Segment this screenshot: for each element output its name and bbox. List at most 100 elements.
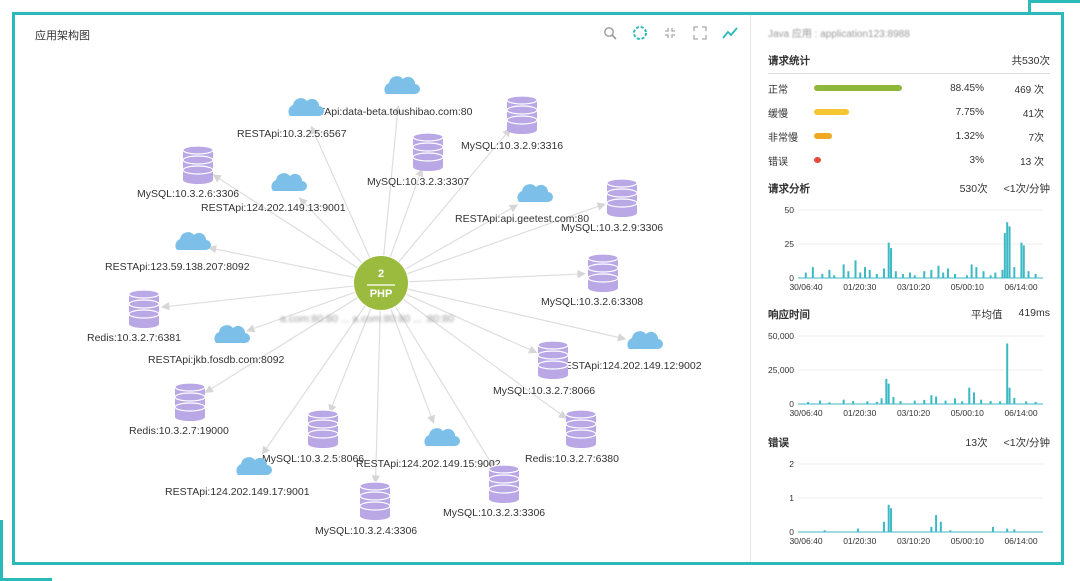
chart-value: 419ms [1018, 307, 1050, 319]
database-node[interactable]: MySQL:10.3.2.4:3306 [315, 481, 417, 537]
request-stats-title: 请求统计 [768, 55, 810, 67]
database-node[interactable]: MySQL:10.3.2.5:8066 [262, 409, 364, 465]
cloud-icon [627, 331, 663, 349]
stat-bar-track [814, 85, 914, 91]
database-icon [587, 253, 619, 292]
series-bar [882, 268, 885, 278]
series-bar [890, 508, 893, 532]
stat-count: 13 次 [1020, 156, 1044, 168]
series-bar [954, 398, 957, 404]
database-icon [359, 481, 391, 520]
database-node[interactable]: MySQL:10.3.2.6:3308 [541, 253, 643, 308]
series-bar [935, 396, 938, 404]
stat-percent: 88.45% [950, 82, 984, 94]
rest-api-node[interactable]: RESTApi:124.202.149.12:9002 [557, 331, 702, 372]
series-bar [1006, 343, 1009, 404]
database-icon [412, 132, 444, 171]
series-bar [811, 267, 814, 278]
cloud-icon [175, 232, 211, 250]
series-bar [1013, 397, 1016, 404]
series-bar [923, 399, 926, 404]
series-bar [887, 504, 890, 532]
node-label: MySQL:10.3.2.5:8066 [262, 453, 364, 465]
series-bar [894, 271, 897, 278]
series-bar [868, 269, 871, 278]
series-bar [828, 269, 831, 278]
database-node[interactable]: Redis:10.3.2.7:6381 [87, 289, 181, 344]
center-address: a.com:80:80 ... a.com:80:80 ... :80:80 [280, 313, 454, 325]
series-bar [1022, 245, 1025, 278]
database-icon [174, 382, 206, 421]
stats-panel: Java 应用 : application123:8988 请求统计 共530次… [750, 15, 1060, 562]
series-bar [1003, 233, 1006, 278]
stat-count: 41次 [1022, 108, 1044, 120]
database-icon [488, 464, 520, 503]
mini-chart-plot: 21030/06:40 01/20:30 03/10:20 05/00:10 06/14… [789, 459, 1043, 546]
node-label: MySQL:10.3.2.6:3306 [137, 188, 239, 200]
database-icon [606, 178, 638, 217]
graph-edge [310, 125, 371, 258]
rest-api-node[interactable]: RESTApi:api.geetest.com:80 [455, 184, 589, 225]
rest-api-node[interactable]: RESTApi:123.59.138.207:8092 [105, 232, 250, 273]
architecture-graph: RESTApi:data-beta.toushibao.com:80RESTAp… [87, 76, 702, 537]
x-tick: 05/00:10 [951, 408, 984, 418]
stat-bar-track [814, 157, 914, 163]
x-tick: 03/10:20 [897, 282, 930, 292]
stat-row: 错误 3% 13 次 [768, 148, 1050, 172]
database-node[interactable]: MySQL:10.3.2.9:3306 [561, 178, 663, 234]
x-tick: 30/06:40 [789, 536, 822, 546]
series-bar [880, 398, 883, 404]
series-bar [991, 526, 994, 532]
series-bar [930, 395, 933, 404]
database-node[interactable]: MySQL:10.3.2.6:3306 [137, 145, 239, 200]
database-icon [307, 409, 339, 448]
x-tick: 06/14:00 [1004, 282, 1037, 292]
rest-api-node[interactable]: RESTApi:124.202.149.15:9002 [356, 428, 501, 470]
series-bar [1008, 226, 1011, 278]
architecture-panel: 应用架构图 RESTApi:data-beta.toushibao.com:80… [15, 15, 748, 562]
series-bar [913, 400, 916, 404]
mini-chart-plot: 50,00025,000030/06:40 01/20:30 03/10:20 05/… [768, 331, 1043, 418]
stat-bar [814, 157, 821, 163]
chart-title: 错误 [768, 437, 789, 449]
database-icon [506, 95, 538, 134]
stat-bar-track [814, 133, 914, 139]
node-label: MySQL:10.3.2.4:3306 [315, 525, 417, 537]
database-node[interactable]: Redis:10.3.2.7:19000 [129, 382, 229, 437]
php-app-node[interactable]: 2 PHP [354, 256, 408, 310]
series-bar [892, 396, 895, 404]
series-bar [946, 268, 949, 278]
series-bar [930, 269, 933, 278]
stat-label: 正常 [768, 84, 788, 96]
series-bar [847, 271, 850, 278]
x-tick: 03/10:20 [897, 536, 930, 546]
series-bar [818, 400, 821, 404]
database-node[interactable]: MySQL:10.3.2.3:3306 [443, 464, 545, 519]
database-node[interactable]: MySQL:10.3.2.3:3307 [367, 132, 469, 188]
database-node[interactable]: Redis:10.3.2.7:6380 [525, 409, 619, 465]
series-bar [901, 273, 904, 278]
x-tick: 06/14:00 [1004, 408, 1037, 418]
series-bar [890, 248, 893, 278]
series-bar [854, 260, 857, 278]
series-bar [935, 515, 938, 532]
corner-accent [1028, 0, 1080, 3]
stat-bar [814, 109, 849, 115]
series-bar [842, 399, 845, 404]
x-tick: 30/06:40 [789, 282, 822, 292]
mini-chart-1: 响应时间 平均值 419ms 50,000 25,000 0 30/06:40 01/20:… [768, 307, 1050, 436]
series-bar [944, 400, 947, 404]
series-bar [875, 273, 878, 278]
chart-title: 响应时间 [768, 309, 810, 321]
series-bar [1006, 528, 1009, 532]
node-label: Redis:10.3.2.7:6380 [525, 453, 619, 465]
graph-edge [204, 297, 358, 393]
database-node[interactable]: MySQL:10.3.2.9:3316 [461, 95, 563, 152]
rest-api-node[interactable]: RESTApi:10.3.2.5:6567 [237, 98, 347, 140]
series-bar [863, 267, 866, 278]
series-bar [887, 383, 890, 404]
series-bar [882, 521, 885, 532]
x-tick: 05/00:10 [951, 536, 984, 546]
mini-chart-0: 请求分析 530次 <1次/分钟 50 25 0 30/06:40 01/20:30 03/1… [768, 181, 1050, 310]
series-bar [856, 528, 859, 532]
